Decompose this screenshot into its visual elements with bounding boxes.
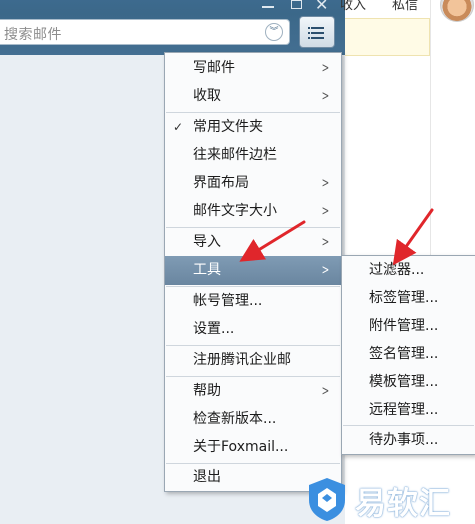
menu-item-layout[interactable]: 界面布局 > [165,169,341,198]
menu-item-check-update[interactable]: 检查新版本... [165,405,341,434]
chevron-right-icon: > [321,384,330,399]
tools-submenu: 过滤器... 标签管理... 附件管理... 签名管理... 模板管理... 远… [341,255,475,455]
avatar[interactable] [440,0,474,22]
chevron-right-icon: > [321,89,330,104]
menu-item-account-manager[interactable]: 帐号管理... [165,287,341,316]
search-input[interactable]: 搜索邮件 ︾ [0,19,290,45]
main-menu: 写邮件 > 收取 > ✓ 常用文件夹 往来邮件边栏 界面布局 > 邮件文字大小 … [164,52,342,492]
menu-item-register-exmail[interactable]: 注册腾讯企业邮 [165,346,341,375]
menu-item-settings[interactable]: 设置... [165,315,341,344]
menu-item-label: 收取 [193,88,221,104]
submenu-item-todo[interactable]: 待办事项... [342,426,475,455]
check-icon: ✓ [173,120,184,134]
minimize-icon[interactable] [262,6,274,8]
notice-bar [345,18,430,56]
chevron-right-icon: > [321,263,330,278]
search-placeholder: 搜索邮件 [4,27,62,43]
menu-item-import[interactable]: 导入 > [165,228,341,257]
menu-item-common-folders[interactable]: ✓ 常用文件夹 [165,113,341,142]
chevron-right-icon: > [321,235,330,250]
close-icon[interactable]: ✕ [315,0,328,14]
menu-item-text-size[interactable]: 邮件文字大小 > [165,197,341,226]
menu-item-tools[interactable]: 工具 > [165,256,341,285]
submenu-item-attachments[interactable]: 附件管理... [342,312,475,341]
submenu-item-remote[interactable]: 远程管理... [342,396,475,425]
menu-item-receive[interactable]: 收取 > [165,82,341,111]
menu-item-label: 退出 [193,469,221,485]
menu-item-label: 模板管理... [369,374,439,390]
web-link-inbox[interactable]: 收入 [340,0,366,13]
menu-item-contacts-sidebar[interactable]: 往来邮件边栏 [165,141,341,170]
menu-item-label: 帐号管理... [193,293,263,309]
menu-item-label: 远程管理... [369,402,439,418]
menu-item-label: 导入 [193,234,221,250]
menu-item-label: 标签管理... [369,290,439,306]
web-divider [430,0,431,260]
menu-item-label: 邮件文字大小 [193,203,277,219]
submenu-item-tags[interactable]: 标签管理... [342,284,475,313]
submenu-item-filters[interactable]: 过滤器... [342,256,475,285]
logo-icon [309,478,345,521]
menu-item-label: 帮助 [193,383,221,399]
menu-item-about[interactable]: 关于Foxmail... [165,433,341,462]
watermark-text: 易软汇 [355,486,451,522]
menu-item-label: 签名管理... [369,346,439,362]
menu-item-label: 附件管理... [369,318,439,334]
submenu-item-templates[interactable]: 模板管理... [342,368,475,397]
menu-item-compose[interactable]: 写邮件 > [165,54,341,83]
menu-item-label: 检查新版本... [193,411,277,427]
menu-item-label: 待办事项... [369,432,439,448]
submenu-item-signatures[interactable]: 签名管理... [342,340,475,369]
chevron-right-icon: > [321,176,330,191]
chevron-right-icon: > [321,204,330,219]
web-link-messages[interactable]: 私信 [392,0,418,13]
menu-item-label: 工具 [193,262,221,278]
menu-item-help[interactable]: 帮助 > [165,377,341,406]
double-chevron-down-icon[interactable]: ︾ [265,23,283,41]
chevron-right-icon: > [321,61,330,76]
menu-item-label: 往来邮件边栏 [193,147,277,163]
menu-item-label: 界面布局 [193,175,249,191]
menu-item-label: 写邮件 [193,60,235,76]
menu-item-label: 过滤器... [369,262,425,278]
menu-item-label: 设置... [193,321,235,337]
maximize-icon[interactable] [291,0,302,9]
menu-item-label: 常用文件夹 [193,119,263,135]
menu-item-label: 注册腾讯企业邮 [193,352,291,368]
menu-item-label: 关于Foxmail... [193,439,289,455]
main-menu-button[interactable] [299,16,335,48]
